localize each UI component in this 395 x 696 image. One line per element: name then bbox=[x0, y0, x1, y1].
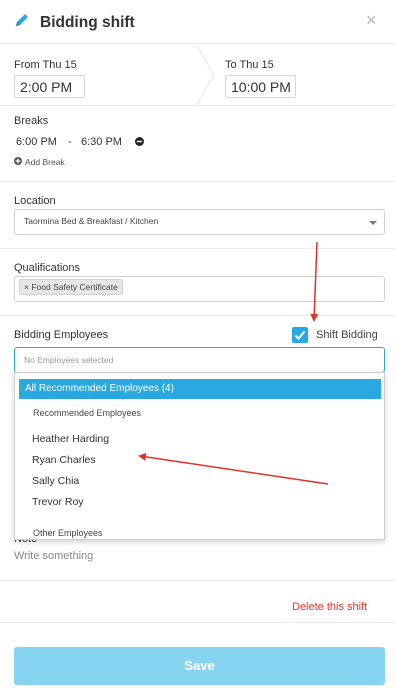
save-button[interactable]: Save bbox=[14, 647, 385, 685]
divider bbox=[0, 315, 395, 316]
employees-placeholder: No Employees selected bbox=[24, 355, 114, 365]
to-time-input[interactable]: 10:00 PM bbox=[225, 75, 296, 98]
note-input[interactable]: Write something bbox=[14, 550, 93, 562]
from-time-input[interactable]: 2:00 PM bbox=[14, 75, 85, 98]
break-start[interactable]: 6:00 PM bbox=[16, 136, 57, 148]
employee-option[interactable]: Sally Chia bbox=[32, 475, 79, 487]
tag-label: Food Safety Certificate bbox=[31, 282, 118, 292]
close-icon[interactable]: × bbox=[366, 10, 377, 30]
break-end[interactable]: 6:30 PM bbox=[81, 136, 122, 148]
all-recommended-option[interactable]: All Recommended Employees (4) bbox=[19, 379, 381, 399]
employee-option[interactable]: Trevor Roy bbox=[32, 496, 84, 508]
pencil-icon bbox=[16, 14, 28, 26]
checkmark-icon bbox=[294, 330, 306, 340]
tag-remove-icon[interactable]: × bbox=[24, 282, 29, 292]
modal-title: Bidding shift bbox=[40, 14, 135, 31]
to-label: To Thu 15 bbox=[225, 59, 274, 71]
employee-option[interactable]: Ryan Charles bbox=[32, 454, 96, 466]
recommended-group-label: Recommended Employees bbox=[33, 408, 142, 418]
divider bbox=[0, 580, 395, 581]
shift-bidding-label[interactable]: Shift Bidding bbox=[316, 329, 378, 341]
location-value: Taormina Bed & Breakfast / Kitchen bbox=[24, 216, 159, 226]
other-group-label: Other Employees bbox=[33, 528, 103, 538]
divider bbox=[0, 622, 395, 623]
employees-dropdown: All Recommended Employees (4) Recommende… bbox=[14, 372, 385, 540]
divider bbox=[0, 248, 395, 249]
remove-break-icon[interactable] bbox=[135, 137, 144, 146]
bidding-employees-label: Bidding Employees bbox=[14, 329, 109, 341]
shift-bidding-checkbox[interactable] bbox=[292, 327, 308, 343]
employee-option[interactable]: Heather Harding bbox=[32, 433, 109, 445]
add-break-icon[interactable] bbox=[14, 157, 22, 165]
qualifications-label: Qualifications bbox=[14, 262, 81, 274]
divider bbox=[0, 181, 395, 182]
break-dash: - bbox=[68, 136, 72, 148]
qualification-tag: × Food Safety Certificate bbox=[19, 279, 123, 295]
chevron-right-icon bbox=[195, 44, 215, 106]
chevron-down-icon bbox=[369, 221, 377, 225]
location-label: Location bbox=[14, 195, 56, 207]
delete-shift-link[interactable]: Delete this shift bbox=[292, 601, 367, 613]
breaks-label: Breaks bbox=[14, 115, 49, 127]
from-label: From Thu 15 bbox=[14, 59, 77, 71]
add-break-link[interactable]: Add Break bbox=[25, 157, 65, 167]
